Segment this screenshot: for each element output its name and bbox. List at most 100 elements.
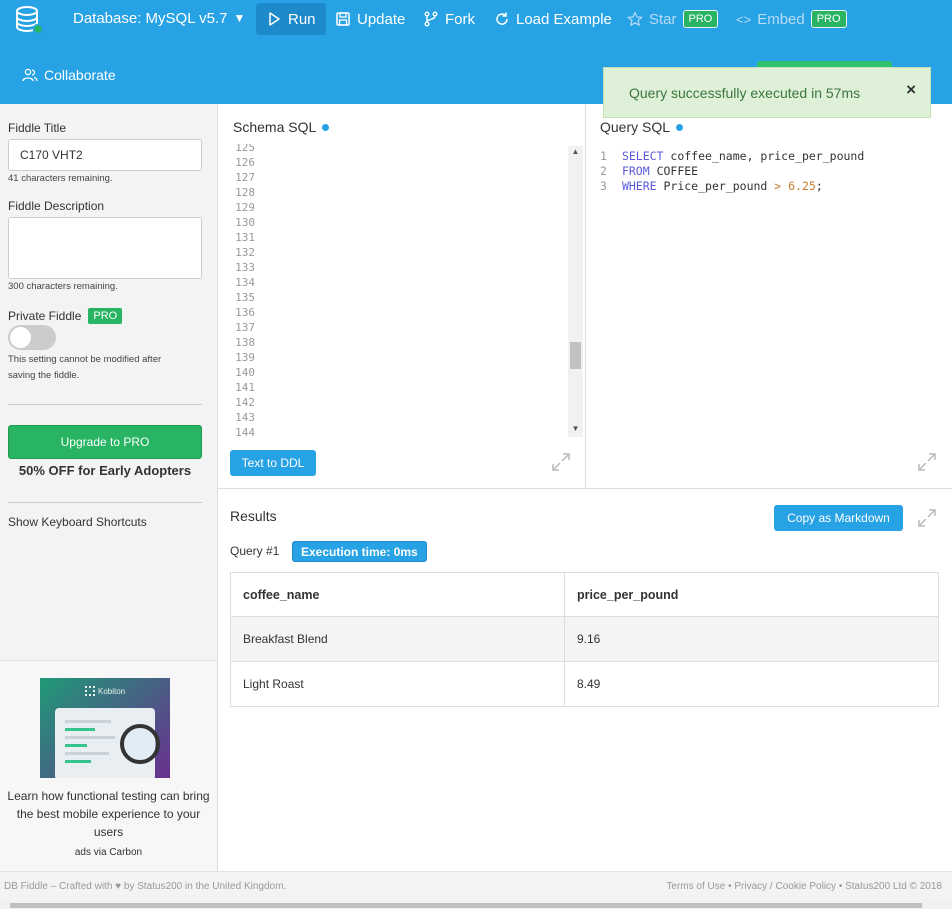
query-number-label: Query #1 [230, 544, 280, 558]
refresh-icon [496, 12, 508, 25]
horizontal-scroll-thumb[interactable] [10, 903, 922, 908]
fork-icon [424, 11, 438, 27]
fiddle-description-label: Fiddle Description [8, 199, 105, 213]
collaborate-button[interactable]: Collaborate [22, 59, 116, 91]
line-number: 127 [235, 171, 255, 184]
expand-icon[interactable] [551, 452, 571, 472]
query-line[interactable]: 2 FROM COFFEE [600, 164, 698, 178]
schema-scrollbar[interactable] [568, 146, 583, 437]
ad-text[interactable]: Learn how functional testing can bring t… [0, 787, 217, 841]
sql-text: COFFEE [649, 164, 699, 178]
text-to-ddl-button[interactable]: Text to DDL [230, 450, 316, 476]
expand-icon[interactable] [917, 452, 937, 472]
ad-via-link[interactable]: ads via Carbon [0, 847, 217, 858]
scroll-up-icon[interactable]: ▲ [570, 147, 581, 156]
upgrade-button[interactable]: Upgrade to PRO [8, 425, 202, 459]
status-dot [322, 123, 330, 131]
table-cell: 8.49 [564, 661, 939, 707]
private-toggle[interactable] [8, 325, 56, 350]
results-table: coffee_name price_per_pound Breakfast Bl… [230, 572, 939, 707]
footer: DB Fiddle – Crafted with ♥ by Status200 … [0, 871, 952, 901]
close-icon[interactable]: × [906, 80, 916, 100]
footer-credits: DB Fiddle – Crafted with ♥ by Status200 … [4, 881, 287, 892]
table-row: Breakfast Blend 9.16 [230, 616, 939, 662]
query-line[interactable]: 3 WHERE Price_per_pound > 6.25; [600, 179, 823, 193]
sql-text: Price_per_pound [656, 179, 775, 193]
pro-badge: PRO [682, 10, 719, 28]
line-number: 135 [235, 291, 255, 304]
sidebar: Fiddle Title C170 VHT2 41 characters rem… [0, 104, 218, 871]
expand-icon[interactable] [917, 508, 937, 528]
pro-badge: PRO [87, 307, 124, 325]
line-number: 143 [235, 411, 255, 424]
caret-down-icon: ▼ [233, 11, 246, 25]
run-button[interactable]: Run [256, 3, 326, 35]
schema-editor[interactable]: 125 126 127 128 129 130 131 132 133 134 135 136 137 1… [219, 144, 584, 438]
line-number: 129 [235, 201, 255, 214]
success-toast: Query successfully executed in 57ms × [603, 67, 931, 118]
copy-markdown-button[interactable]: Copy as Markdown [774, 505, 903, 531]
discount-text: 50% OFF for Early Adopters [18, 463, 192, 478]
database-icon[interactable] [14, 5, 44, 35]
ad-brand-label: Kobiton [98, 686, 126, 696]
line-number: 139 [235, 351, 255, 364]
private-note-line2: saving the fiddle. [8, 370, 80, 381]
sql-text: ; [815, 179, 823, 193]
scroll-down-icon[interactable]: ▼ [570, 424, 581, 433]
panel-divider [585, 104, 586, 489]
schema-scroll-thumb[interactable] [570, 342, 581, 369]
title-remaining: 41 characters remaining. [8, 173, 113, 184]
query-title-label: Query SQL [600, 119, 671, 135]
load-example-button[interactable]: Load Example [494, 3, 612, 35]
fork-button[interactable]: Fork [423, 3, 475, 35]
sql-keyword: FROM [621, 164, 650, 178]
private-fiddle-label: Private Fiddle [8, 309, 82, 323]
users-icon [22, 68, 38, 82]
play-icon [269, 12, 280, 26]
line-number: 144 [235, 426, 255, 438]
pro-badge: PRO [810, 10, 847, 28]
description-remaining: 300 characters remaining. [8, 281, 118, 292]
collaborate-label: Collaborate [44, 67, 116, 83]
database-label: Database: MySQL v5.7 [73, 9, 228, 27]
footer-links[interactable]: Terms of Use • Privacy / Cookie Policy •… [666, 881, 942, 892]
line-number: 130 [235, 216, 255, 229]
line-number: 136 [235, 306, 255, 319]
ad-image[interactable]: Kobiton [40, 678, 170, 778]
panel-divider [218, 488, 952, 489]
table-cell: Breakfast Blend [230, 616, 565, 662]
table-cell: 9.16 [564, 616, 939, 662]
line-number: 134 [235, 276, 255, 289]
sql-text: coffee_name, price_per_pound [663, 149, 865, 163]
toast-message: Query successfully executed in 57ms [629, 84, 861, 101]
database-select[interactable]: Database: MySQL v5.7 ▼ [73, 2, 245, 34]
private-note-line1: This setting cannot be modified after [8, 354, 162, 365]
line-number: 125 [235, 144, 255, 154]
status-dot [676, 123, 684, 131]
schema-panel-title: Schema SQL [233, 119, 330, 135]
fiddle-description-input[interactable] [8, 217, 202, 279]
divider [8, 502, 202, 503]
keyboard-shortcuts-link[interactable]: Show Keyboard Shortcuts [8, 515, 147, 529]
update-button[interactable]: Update [335, 3, 405, 35]
fiddle-title-input[interactable]: C170 VHT2 [8, 139, 202, 171]
star-button[interactable]: Star PRO [627, 3, 719, 35]
line-number: 3 [600, 179, 607, 193]
embed-button[interactable]: <> Embed PRO [736, 3, 847, 35]
line-number: 141 [235, 381, 255, 394]
line-number: 140 [235, 366, 255, 379]
query-line[interactable]: 1 SELECT coffee_name, price_per_pound [600, 149, 864, 163]
execution-time-badge: Execution time: 0ms [292, 541, 427, 562]
table-cell: Light Roast [230, 661, 565, 707]
ad-brand: Kobiton [85, 686, 125, 696]
private-fiddle-row: Private Fiddle PRO [8, 307, 124, 325]
line-number: 2 [600, 164, 607, 178]
run-label: Run [288, 10, 316, 28]
load-example-label: Load Example [516, 10, 612, 28]
grid-icon [85, 686, 95, 696]
star-label: Star [649, 10, 677, 28]
results-title: Results [230, 508, 277, 524]
carbon-ad: Kobiton Learn how functional testing can… [0, 660, 217, 871]
line-number: 138 [235, 336, 255, 349]
sql-keyword: WHERE [621, 179, 657, 193]
